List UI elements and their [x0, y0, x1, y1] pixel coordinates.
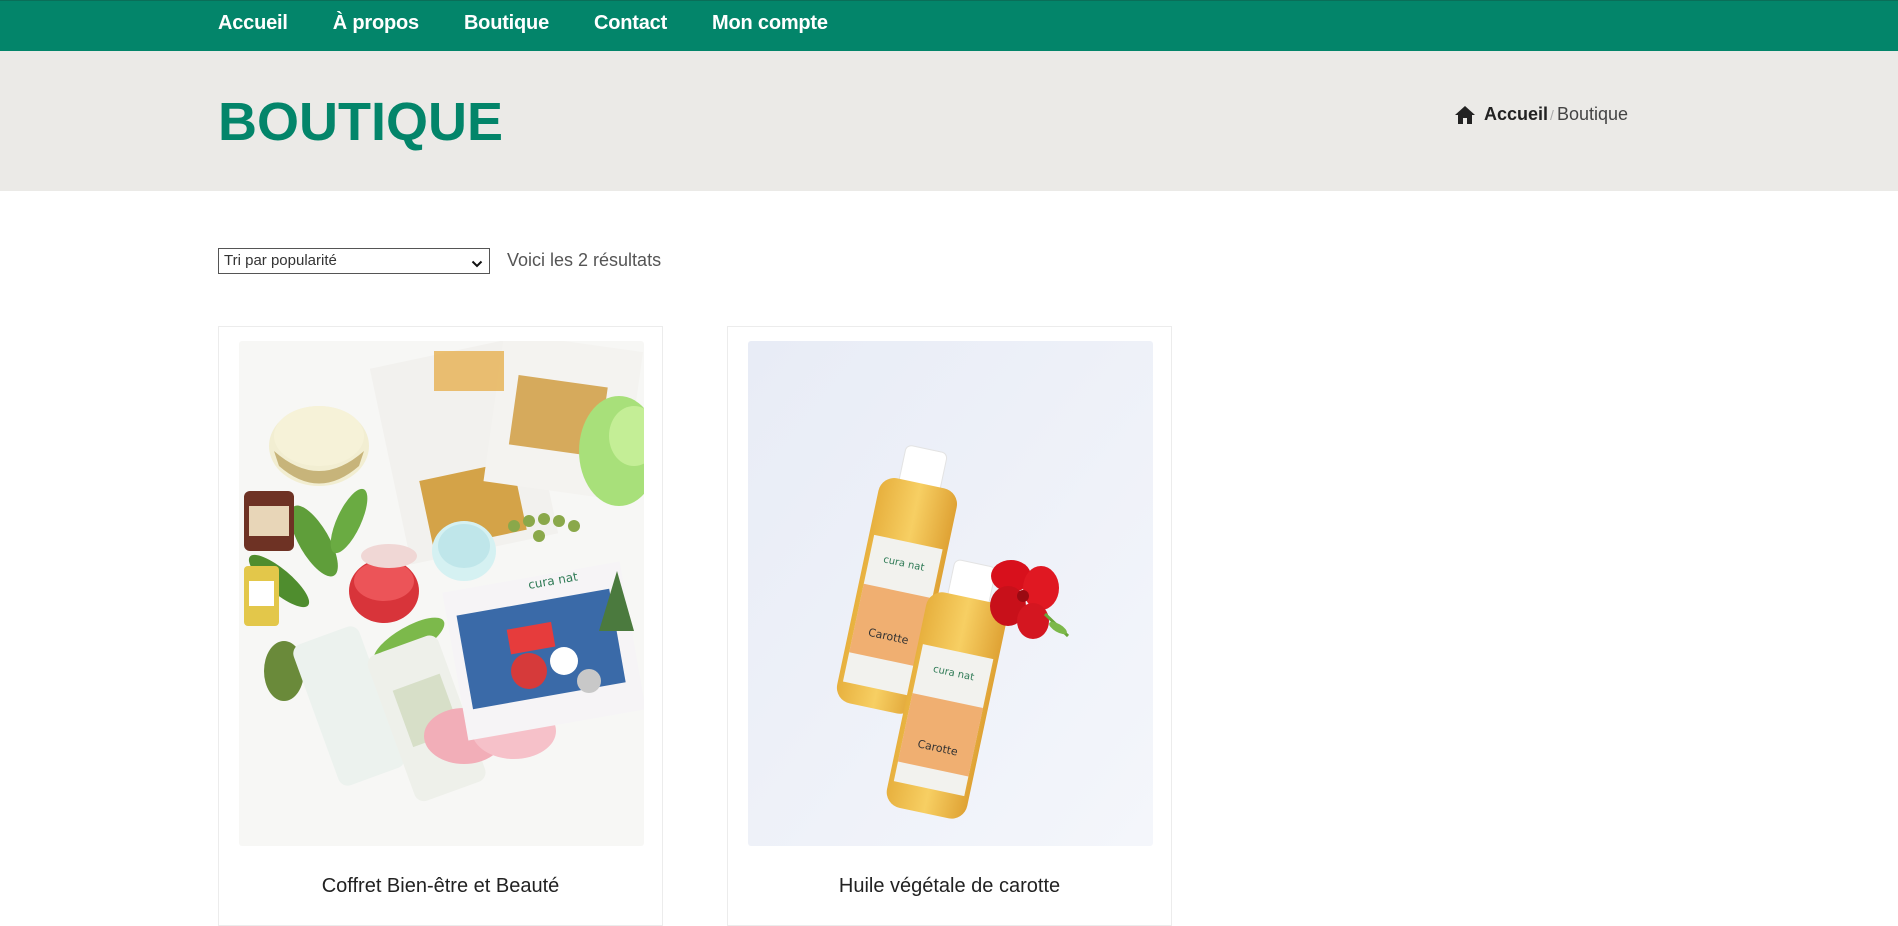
breadcrumb: Accueil / Boutique — [1454, 104, 1628, 125]
sort-select[interactable]: Tri par popularité — [218, 248, 490, 274]
nav-item-mon-compte[interactable]: Mon compte — [712, 1, 828, 46]
product-card[interactable]: cura nat Carotte cura nat Carotte Huile … — [727, 326, 1172, 926]
product-card[interactable]: cura nat Coffret Bien-être et Beauté — [218, 326, 663, 926]
nav-item-a-propos[interactable]: À propos — [333, 1, 419, 46]
breadcrumb-home-link[interactable]: Accueil — [1484, 104, 1548, 125]
nav-item-contact[interactable]: Contact — [594, 1, 667, 46]
product-name[interactable]: Huile végétale de carotte — [728, 873, 1171, 899]
result-count: Voici les 2 résultats — [507, 250, 662, 270]
product-image[interactable]: cura nat Carotte cura nat Carotte — [748, 341, 1153, 846]
chevron-down-icon — [471, 254, 483, 268]
product-name[interactable]: Coffret Bien-être et Beauté — [219, 873, 662, 899]
page-header-banner: BOUTIQUE Accueil / Boutique — [0, 51, 1898, 191]
breadcrumb-current: Boutique — [1556, 104, 1628, 124]
sort-select-value: Tri par popularité — [224, 252, 337, 269]
product-image[interactable]: cura nat — [239, 341, 644, 846]
breadcrumb-separator: / — [1550, 106, 1554, 123]
top-navigation: Accueil À propos Boutique Contact Mon co… — [0, 0, 1898, 51]
nav-item-accueil[interactable]: Accueil — [218, 1, 288, 46]
page-title: BOUTIQUE — [218, 92, 504, 152]
home-icon[interactable] — [1454, 105, 1476, 125]
nav-item-boutique[interactable]: Boutique — [464, 1, 549, 46]
